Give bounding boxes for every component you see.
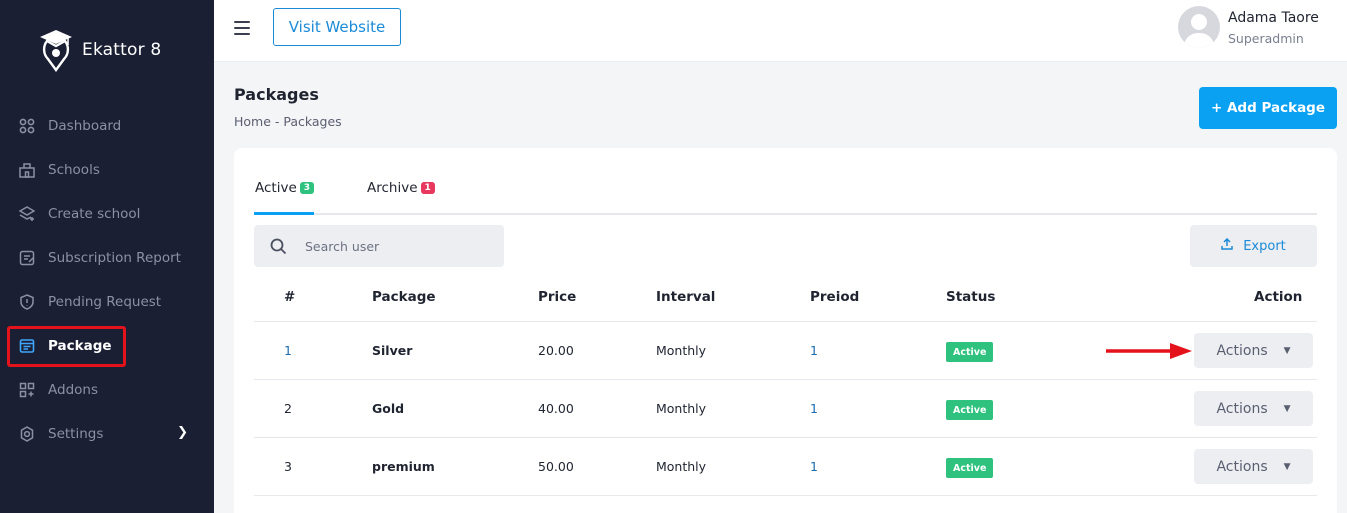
sidebar-item-label: Addons	[48, 382, 98, 398]
arrow-annotation	[1106, 343, 1192, 359]
column-header-price: Price	[538, 289, 577, 305]
topbar: Visit Website Adama Taore Superadmin	[214, 0, 1347, 62]
row-divider	[254, 321, 1317, 322]
column-header-period: Preiod	[810, 289, 860, 305]
table-cell-num: 2	[284, 401, 292, 416]
column-header-interval: Interval	[656, 289, 716, 305]
chevron-down-icon: ▼	[1283, 461, 1291, 472]
add-package-button[interactable]: + Add Package	[1199, 87, 1337, 129]
gear-icon	[18, 425, 36, 443]
upload-icon	[1221, 237, 1243, 254]
table-cell-interval: Monthly	[656, 401, 707, 416]
tab-divider	[254, 213, 1317, 215]
table-cell-interval: Monthly	[656, 343, 707, 358]
chevron-down-icon: ▼	[1283, 345, 1291, 356]
addons-icon	[18, 381, 36, 399]
avatar[interactable]	[1178, 6, 1220, 48]
column-header-package: Package	[372, 289, 436, 305]
count-badge: 3	[299, 182, 315, 194]
sidebar: Ekattor 8 Dashboard Schools Create schoo…	[0, 0, 214, 513]
tab-active[interactable]: Active 3	[255, 180, 315, 196]
sidebar-item-label: Create school	[48, 206, 141, 222]
sidebar-item-addons[interactable]: Addons	[18, 379, 208, 401]
column-header-status: Status	[946, 289, 996, 305]
sidebar-item-create-school[interactable]: Create school	[18, 203, 208, 225]
report-icon	[18, 249, 36, 267]
table-cell-period: 1	[810, 459, 818, 474]
school-icon	[18, 161, 36, 179]
table-cell-price: 50.00	[538, 459, 574, 474]
column-header-num: #	[284, 289, 296, 305]
breadcrumb[interactable]: Home - Packages	[234, 114, 342, 129]
sidebar-item-subscription-report[interactable]: Subscription Report	[18, 247, 208, 269]
table-cell-package: Gold	[372, 401, 405, 416]
table-cell-num: 3	[284, 459, 292, 474]
search-icon	[270, 238, 287, 255]
row-divider	[254, 495, 1317, 496]
logo-icon	[38, 28, 74, 72]
actions-label: Actions	[1216, 400, 1268, 417]
shield-icon	[18, 293, 36, 311]
chevron-right-icon[interactable]: ❯	[177, 425, 188, 440]
sidebar-item-pending-request[interactable]: Pending Request	[18, 291, 208, 313]
sidebar-item-label: Subscription Report	[48, 250, 181, 266]
table-cell-interval: Monthly	[656, 459, 707, 474]
chevron-down-icon: ▼	[1283, 403, 1291, 414]
user-role: Superadmin	[1228, 31, 1304, 46]
highlight-annotation	[7, 326, 126, 367]
grid-icon	[18, 117, 36, 135]
column-header-action: Action	[1254, 289, 1303, 305]
table-cell-period: 1	[810, 343, 818, 358]
sidebar-item-dashboard[interactable]: Dashboard	[18, 115, 208, 137]
row-divider	[254, 379, 1317, 380]
export-button[interactable]: Export	[1190, 225, 1317, 267]
actions-label: Actions	[1216, 342, 1268, 359]
page-title: Packages	[234, 85, 319, 104]
tab-active-indicator	[254, 212, 314, 215]
sidebar-item-schools[interactable]: Schools	[18, 159, 208, 181]
user-name: Adama Taore	[1228, 10, 1319, 26]
table-cell-num: 1	[284, 343, 292, 358]
tab-label: Active	[255, 180, 297, 196]
brand-name: Ekattor 8	[82, 40, 162, 60]
status-badge: Active	[946, 342, 994, 362]
status-badge: Active	[946, 400, 994, 420]
tab-archive[interactable]: Archive 1	[367, 180, 435, 196]
sidebar-item-label: Pending Request	[48, 294, 162, 310]
layers-icon	[18, 205, 36, 223]
count-badge: 1	[420, 182, 435, 194]
visit-website-button[interactable]: Visit Website	[273, 8, 401, 46]
search-box[interactable]	[254, 225, 504, 267]
actions-dropdown[interactable]: Actions ▼	[1194, 449, 1313, 484]
brand[interactable]: Ekattor 8	[38, 28, 161, 72]
table-cell-price: 20.00	[538, 343, 574, 358]
actions-label: Actions	[1216, 458, 1268, 475]
sidebar-item-label: Dashboard	[48, 118, 122, 134]
table-cell-price: 40.00	[538, 401, 574, 416]
export-label: Export	[1243, 238, 1286, 254]
sidebar-item-label: Settings	[48, 426, 104, 442]
row-divider	[254, 437, 1317, 438]
tab-label: Archive	[367, 180, 418, 196]
table-cell-package: Silver	[372, 343, 413, 358]
table-cell-period: 1	[810, 401, 818, 416]
table-cell-package: premium	[372, 459, 435, 474]
menu-icon[interactable]	[234, 21, 250, 35]
status-badge: Active	[946, 458, 994, 478]
actions-dropdown[interactable]: Actions ▼	[1194, 333, 1313, 368]
search-input[interactable]	[305, 238, 485, 254]
sidebar-item-label: Schools	[48, 162, 100, 178]
actions-dropdown[interactable]: Actions ▼	[1194, 391, 1313, 426]
